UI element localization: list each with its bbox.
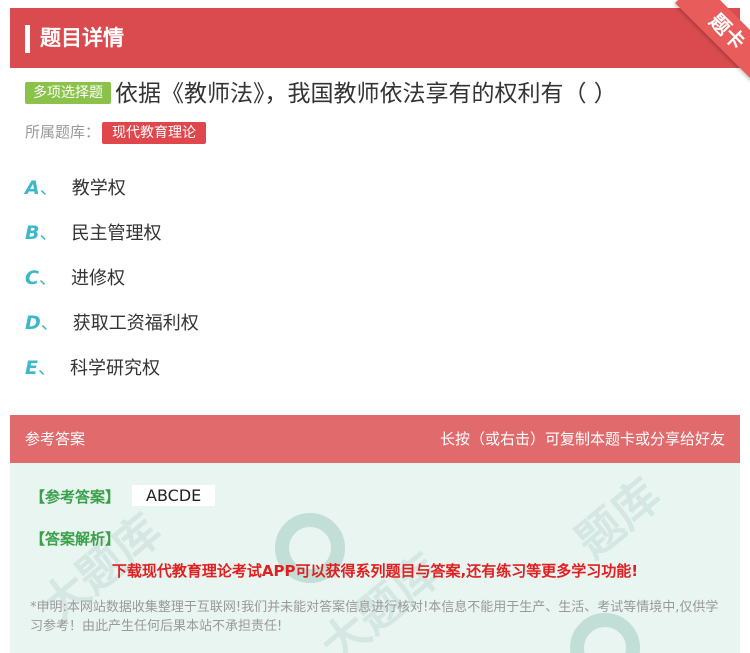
app-promo-link[interactable]: 下载现代教育理论考试APP可以获得系列题目与答案,还有练习等更多学习功能! — [10, 560, 740, 581]
answer-panel: 大题库 大题库 题库 【参考答案】 ABCDE 【答案解析】 下载现代教育理论考… — [10, 463, 740, 653]
option-b[interactable]: B、 民主管理权 — [25, 220, 161, 247]
analysis-label: 【答案解析】 — [30, 530, 121, 548]
question-type-badge: 多项选择题 — [25, 82, 111, 104]
option-letter: A — [25, 177, 40, 199]
answer-header-title: 参考答案 — [25, 430, 86, 448]
answer-header-hint: 长按（或右击）可复制本题卡或分享给好友 — [439, 430, 725, 448]
header-bar: 题目详情 — [10, 8, 740, 68]
reference-answer-value[interactable]: ABCDE — [132, 485, 216, 506]
option-a[interactable]: A、 教学权 — [25, 175, 126, 202]
option-separator: 、 — [40, 313, 59, 334]
option-letter: C — [25, 267, 39, 289]
question-bank: 所属题库： 现代教育理论 — [25, 121, 207, 144]
option-c[interactable]: C、 进修权 — [25, 265, 125, 292]
option-letter: E — [25, 357, 38, 379]
option-separator: 、 — [37, 358, 56, 379]
watermark-text: 题库 — [565, 468, 671, 569]
option-letter: B — [25, 222, 40, 244]
page-title: 题目详情 — [40, 26, 124, 50]
ribbon-label: 题卡 — [704, 8, 750, 54]
option-separator: 、 — [39, 223, 58, 244]
reference-answer-label: 【参考答案】 — [30, 488, 121, 506]
option-text: 获取工资福利权 — [72, 313, 199, 334]
bank-tag[interactable]: 现代教育理论 — [102, 122, 207, 144]
option-e[interactable]: E、 科学研究权 — [25, 355, 160, 382]
answer-header: 参考答案 长按（或右击）可复制本题卡或分享给好友 — [10, 415, 740, 463]
header-accent-bar — [25, 25, 30, 53]
option-separator: 、 — [38, 268, 57, 289]
option-text: 教学权 — [71, 178, 126, 199]
option-separator: 、 — [39, 178, 58, 199]
option-text: 进修权 — [70, 268, 125, 289]
option-text: 科学研究权 — [69, 358, 160, 379]
bank-label: 所属题库： — [25, 123, 101, 141]
option-letter: D — [25, 312, 41, 334]
option-d[interactable]: D、 获取工资福利权 — [25, 310, 199, 337]
disclaimer-text: *申明:本网站数据收集整理于互联网!我们并未能对答案信息进行核对!本信息不能用于… — [30, 600, 719, 634]
question-text: 依据《教师法》，我国教师依法享有的权利有（ ） — [115, 81, 617, 107]
question-stem: 多项选择题 依据《教师法》，我国教师依法享有的权利有（ ） — [25, 78, 725, 110]
option-text: 民主管理权 — [71, 223, 162, 244]
corner-ribbon[interactable]: 题卡 — [650, 0, 750, 90]
